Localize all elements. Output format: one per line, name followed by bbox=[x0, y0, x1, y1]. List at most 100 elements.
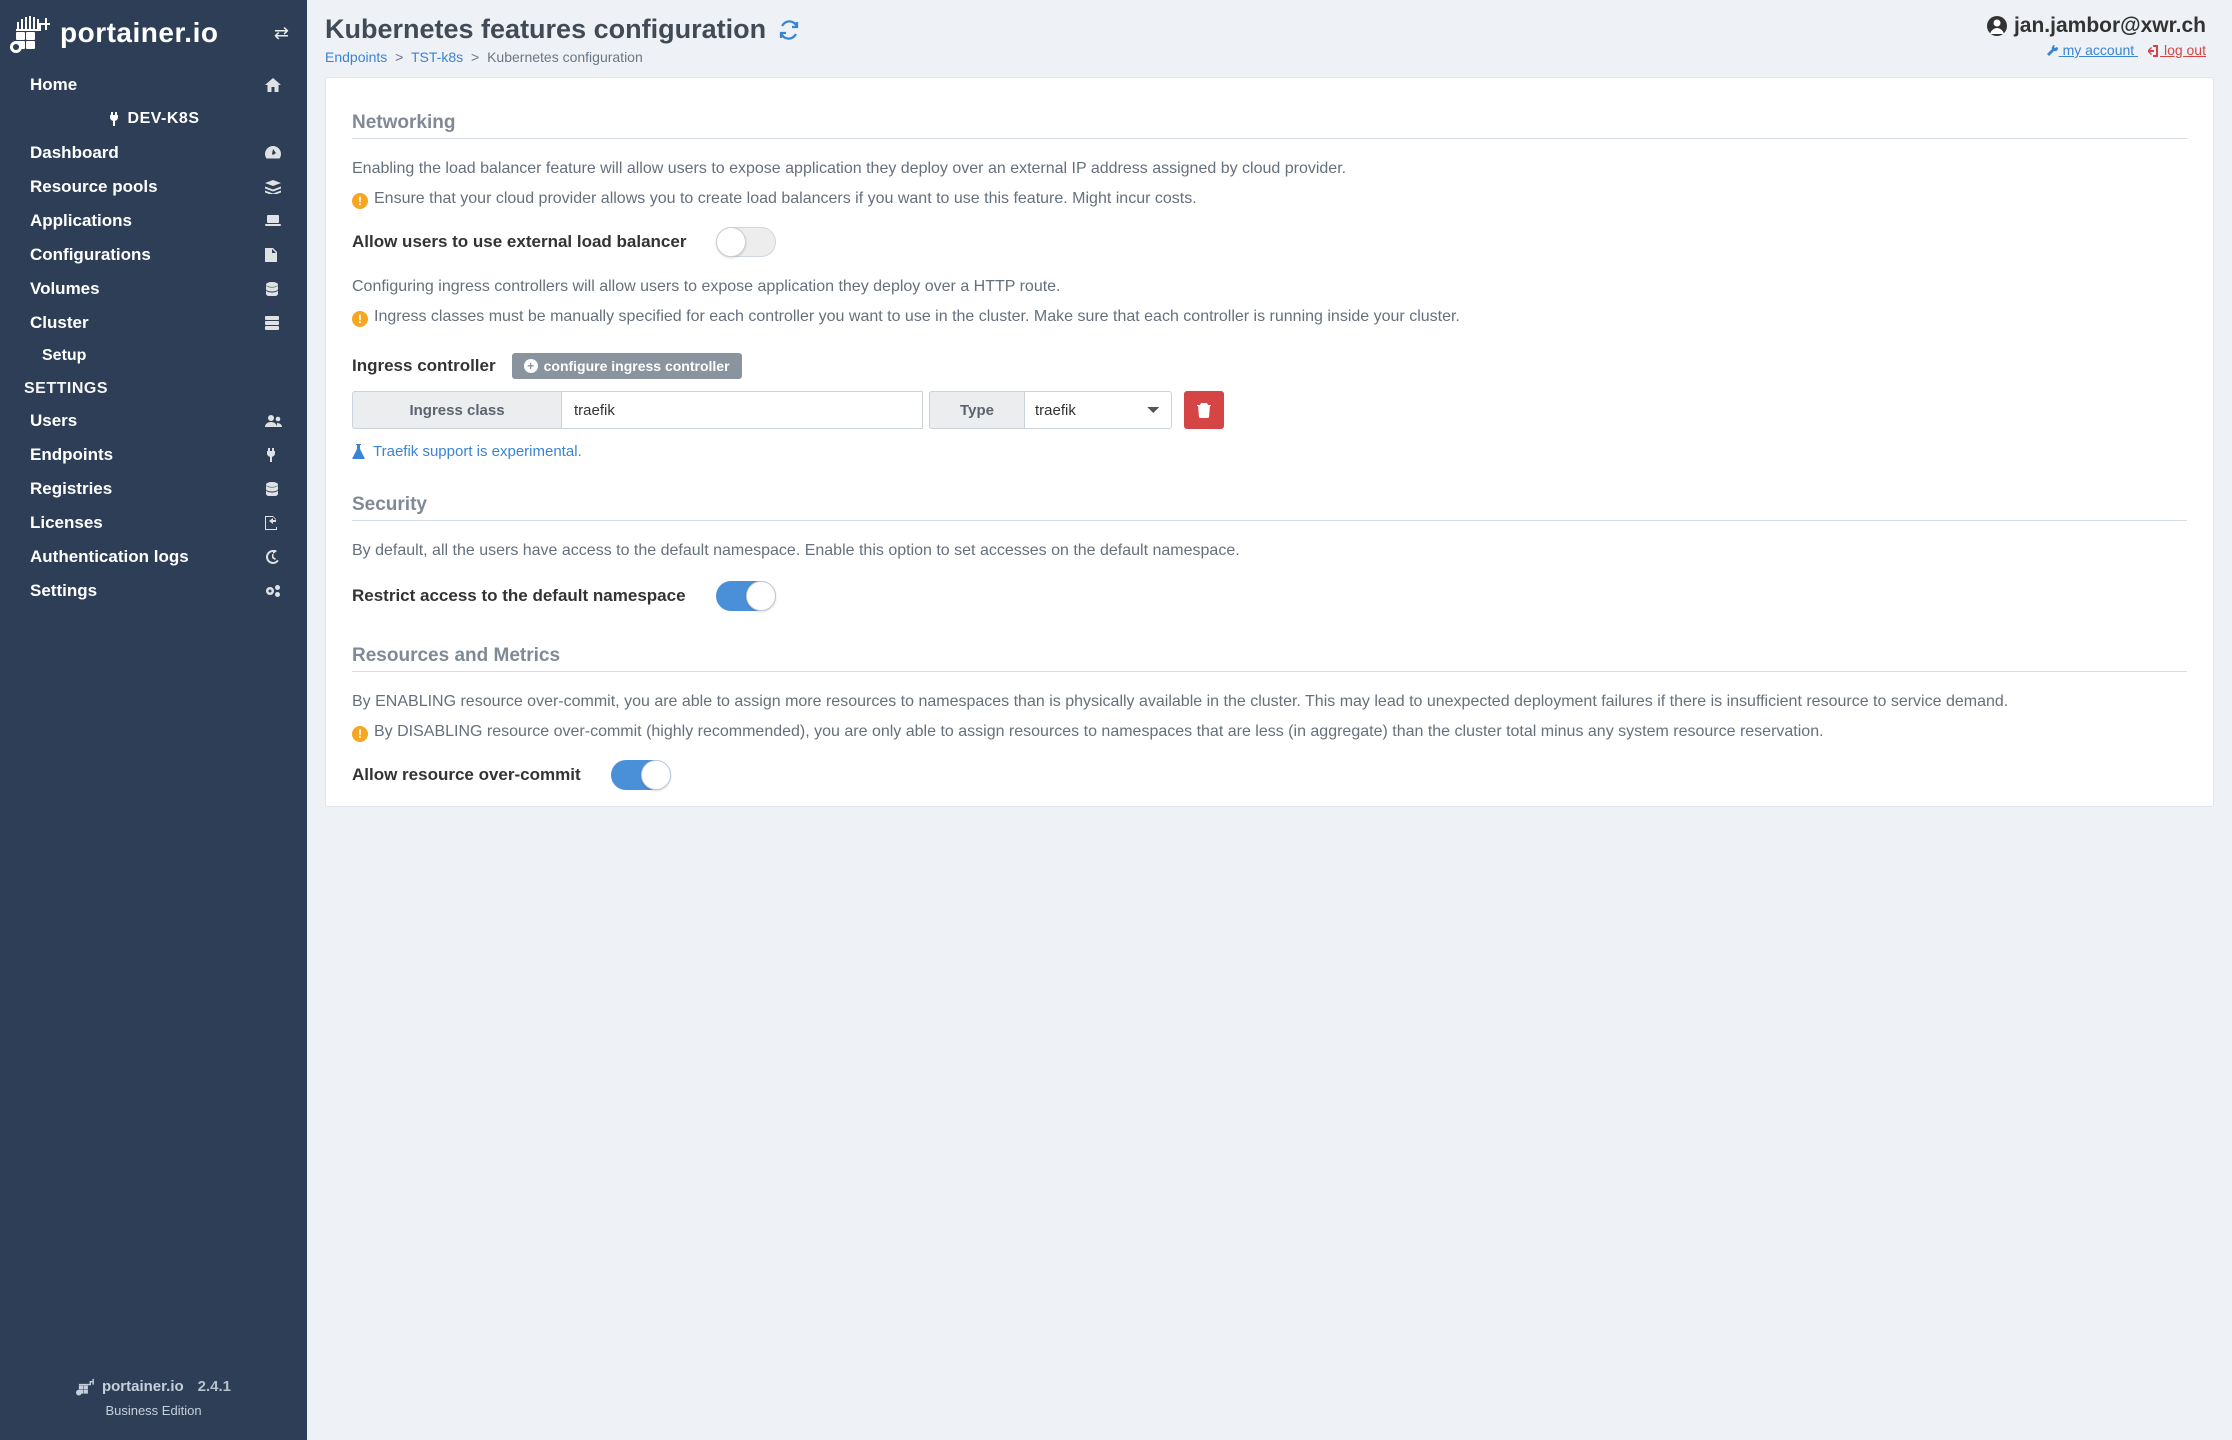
ingress-controller-label: Ingress controller bbox=[352, 356, 496, 376]
my-account-link[interactable]: my account bbox=[2047, 42, 2138, 58]
topbar: Kubernetes features configuration Endpoi… bbox=[307, 0, 2232, 75]
warning-icon: ! bbox=[352, 726, 368, 742]
file-export-icon bbox=[265, 516, 285, 530]
footer-edition: Business Edition bbox=[0, 1403, 307, 1418]
section-resources: Resources and Metrics bbox=[352, 645, 2187, 672]
nav-item-label: Registries bbox=[30, 479, 112, 499]
nav-item-label: Volumes bbox=[30, 279, 100, 299]
username-text: jan.jambor@xwr.ch bbox=[2014, 14, 2206, 38]
history-icon bbox=[265, 550, 285, 564]
nav-item-label: Cluster bbox=[30, 313, 89, 333]
lb-toggle-label: Allow users to use external load balance… bbox=[352, 232, 686, 252]
portainer-logo-icon bbox=[76, 1375, 96, 1397]
sidebar-footer: portainer.io 2.4.1 Business Edition bbox=[0, 1361, 307, 1440]
warning-icon: ! bbox=[352, 193, 368, 209]
ingress-warning: !Ingress classes must be manually specif… bbox=[352, 305, 2187, 329]
breadcrumbs: Endpoints > TST-k8s > Kubernetes configu… bbox=[325, 49, 800, 65]
nav-item-label: Licenses bbox=[30, 513, 103, 533]
user-icon bbox=[1986, 15, 2008, 37]
nav-configurations[interactable]: Configurations bbox=[0, 238, 307, 272]
username: jan.jambor@xwr.ch bbox=[1986, 14, 2206, 38]
nav-item-label: Resource pools bbox=[30, 177, 158, 197]
nav-environment[interactable]: DEV-K8S bbox=[0, 102, 307, 136]
main: Kubernetes features configuration Endpoi… bbox=[307, 0, 2232, 1440]
laptop-icon bbox=[265, 214, 285, 228]
config-panel: Networking Enabling the load balancer fe… bbox=[325, 77, 2214, 807]
breadcrumb-env[interactable]: TST-k8s bbox=[411, 49, 463, 65]
nav-licenses[interactable]: Licenses bbox=[0, 506, 307, 540]
nav-section-settings: SETTINGS bbox=[0, 372, 307, 404]
ingress-class-header: Ingress class bbox=[352, 391, 562, 429]
nav-item-label: Authentication logs bbox=[30, 547, 189, 567]
file-icon bbox=[265, 248, 285, 262]
delete-ingress-button[interactable] bbox=[1184, 391, 1224, 429]
security-description: By default, all the users have access to… bbox=[352, 539, 2187, 563]
database-icon bbox=[265, 482, 285, 496]
restrict-ns-toggle-label: Restrict access to the default namespace bbox=[352, 586, 686, 606]
home-icon bbox=[265, 78, 285, 92]
nav-users[interactable]: Users bbox=[0, 404, 307, 438]
ingress-type-select[interactable]: traefik bbox=[1024, 391, 1172, 429]
trash-icon bbox=[1197, 402, 1211, 418]
sidebar-nav: Home DEV-K8S Dashboard Resource pools bbox=[0, 58, 307, 1361]
logout-icon bbox=[2148, 45, 2160, 57]
nav-item-label: Users bbox=[30, 411, 77, 431]
plug-icon bbox=[265, 448, 285, 462]
server-icon bbox=[265, 316, 285, 330]
section-networking: Networking bbox=[352, 112, 2187, 139]
nav-cluster[interactable]: Cluster bbox=[0, 306, 307, 340]
lb-description: Enabling the load balancer feature will … bbox=[352, 157, 2187, 181]
wrench-icon bbox=[2047, 45, 2059, 57]
nav-home-label: Home bbox=[30, 75, 77, 95]
resources-description: By ENABLING resource over-commit, you ar… bbox=[352, 690, 2187, 714]
footer-version: 2.4.1 bbox=[198, 1378, 231, 1395]
overcommit-toggle[interactable] bbox=[611, 760, 671, 790]
nav-resource-pools[interactable]: Resource pools bbox=[0, 170, 307, 204]
brand-logo[interactable]: portainer.io bbox=[10, 10, 218, 56]
nav-subitem-label: Setup bbox=[42, 347, 86, 364]
cogs-icon bbox=[265, 584, 285, 598]
nav-applications[interactable]: Applications bbox=[0, 204, 307, 238]
footer-brand: portainer.io bbox=[102, 1378, 184, 1395]
lb-toggle[interactable] bbox=[716, 227, 776, 257]
configure-ingress-button[interactable]: + configure ingress controller bbox=[512, 353, 742, 379]
overcommit-toggle-label: Allow resource over-commit bbox=[352, 765, 581, 785]
sidebar: portainer.io ⇄ Home DEV-K8S Dashboard bbox=[0, 0, 307, 1440]
lb-warning: !Ensure that your cloud provider allows … bbox=[352, 187, 2187, 211]
page-title: Kubernetes features configuration bbox=[325, 14, 800, 45]
traefik-note: Traefik support is experimental. bbox=[352, 443, 2187, 460]
nav-item-label: Configurations bbox=[30, 245, 151, 265]
nav-auth-logs[interactable]: Authentication logs bbox=[0, 540, 307, 574]
plus-icon: + bbox=[524, 359, 538, 373]
logout-link[interactable]: log out bbox=[2148, 42, 2206, 58]
nav-registries[interactable]: Registries bbox=[0, 472, 307, 506]
user-block: jan.jambor@xwr.ch my account log out bbox=[1986, 14, 2206, 58]
sidebar-collapse-icon[interactable]: ⇄ bbox=[274, 23, 289, 44]
nav-home[interactable]: Home bbox=[0, 68, 307, 102]
warning-icon: ! bbox=[352, 311, 368, 327]
ingress-class-input[interactable] bbox=[561, 391, 923, 429]
dashboard-icon bbox=[265, 146, 285, 160]
nav-endpoints[interactable]: Endpoints bbox=[0, 438, 307, 472]
plug-icon bbox=[108, 112, 120, 126]
resources-warning: !By DISABLING resource over-commit (high… bbox=[352, 720, 2187, 744]
breadcrumb-endpoints[interactable]: Endpoints bbox=[325, 49, 387, 65]
refresh-icon[interactable] bbox=[778, 19, 800, 41]
ingress-description: Configuring ingress controllers will all… bbox=[352, 275, 2187, 299]
nav-cluster-setup[interactable]: Setup bbox=[0, 340, 307, 372]
nav-item-label: Settings bbox=[30, 581, 97, 601]
breadcrumb-current: Kubernetes configuration bbox=[487, 49, 643, 65]
nav-volumes[interactable]: Volumes bbox=[0, 272, 307, 306]
ingress-controller-row: Ingress class Type traefik bbox=[352, 391, 2187, 429]
brand-text: portainer.io bbox=[60, 17, 218, 49]
nav-item-label: Applications bbox=[30, 211, 132, 231]
restrict-ns-toggle[interactable] bbox=[716, 581, 776, 611]
ingress-type-header: Type bbox=[929, 391, 1025, 429]
nav-dashboard[interactable]: Dashboard bbox=[0, 136, 307, 170]
database-icon bbox=[265, 282, 285, 296]
nav-settings[interactable]: Settings bbox=[0, 574, 307, 608]
page-title-text: Kubernetes features configuration bbox=[325, 14, 766, 45]
nav-item-label: Endpoints bbox=[30, 445, 113, 465]
nav-environment-label: DEV-K8S bbox=[128, 110, 200, 128]
nav-item-label: Dashboard bbox=[30, 143, 119, 163]
